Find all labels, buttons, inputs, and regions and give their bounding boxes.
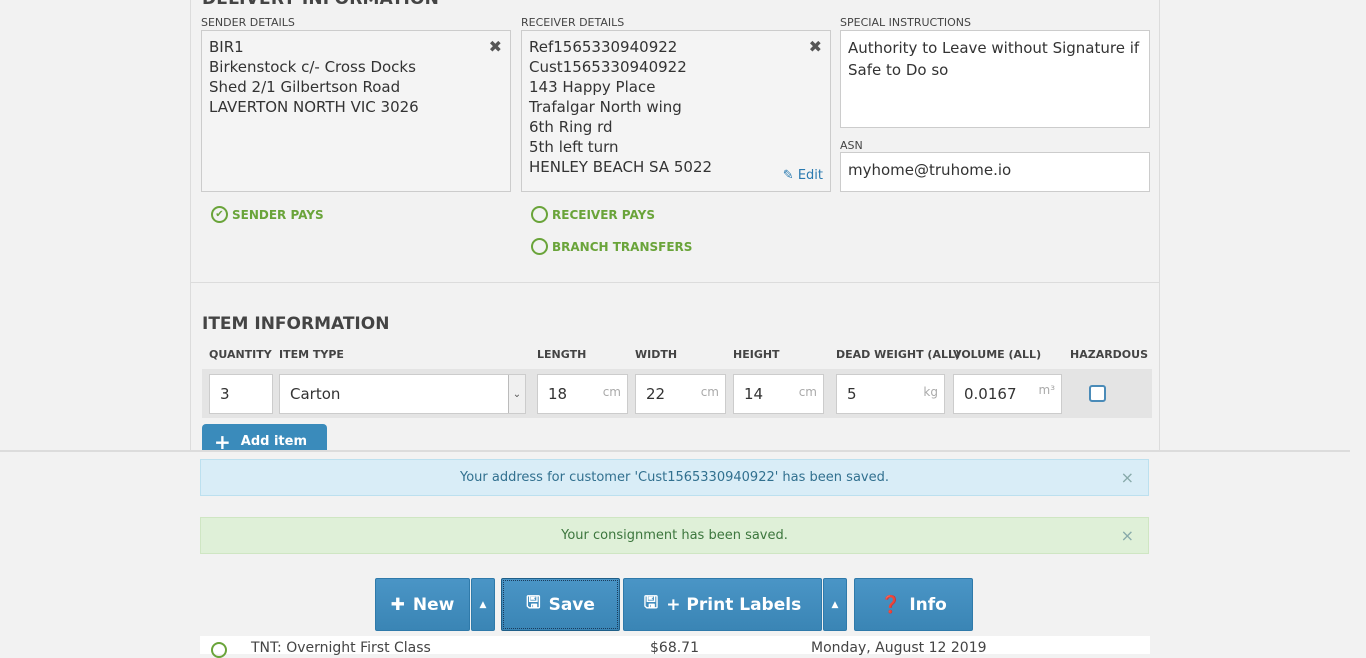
section-divider — [191, 282, 1159, 283]
consignment-saved-text: Your consignment has been saved. — [561, 528, 788, 543]
weight-unit: kg — [923, 385, 938, 399]
consignment-saved-alert: Your consignment has been saved. × — [200, 517, 1149, 554]
sender-pays-label: SENDER PAYS — [232, 207, 324, 222]
volume-input[interactable]: 0.0167 m³ — [953, 374, 1062, 414]
special-instructions-field[interactable]: Authority to Leave without Signature if … — [840, 30, 1150, 128]
sender-label: SENDER DETAILS — [201, 16, 295, 29]
receiver-pays-radio[interactable]: RECEIVER PAYS — [531, 206, 655, 223]
col-width: WIDTH — [635, 348, 678, 361]
quantity-value: 3 — [220, 385, 230, 403]
item-type-select[interactable]: Carton ⌄ — [279, 374, 526, 414]
sender-line: Birkenstock c/- Cross Docks — [209, 58, 416, 76]
col-height: HEIGHT — [733, 348, 780, 361]
width-unit: cm — [700, 385, 719, 399]
edit-receiver-link[interactable]: ✎ Edit — [783, 166, 823, 186]
col-length: LENGTH — [537, 348, 587, 361]
length-value: 18 — [548, 385, 568, 403]
plus-icon: + — [214, 430, 231, 452]
floppy-disk-icon: 🖫 — [643, 593, 659, 613]
caret-up-icon: ▲ — [479, 599, 487, 610]
action-overlay: Your address for customer 'Cust156533094… — [0, 450, 1350, 638]
col-volume: VOLUME (ALL) — [953, 348, 1042, 361]
col-item-type: ITEM TYPE — [279, 348, 344, 361]
asn-label: ASN — [840, 139, 863, 152]
sender-pays-radio[interactable]: ✔ SENDER PAYS — [211, 206, 324, 223]
new-dropdown-toggle[interactable]: ▲ — [471, 578, 495, 631]
receiver-line: Cust1565330940922 — [529, 58, 687, 76]
hazardous-checkbox[interactable] — [1089, 385, 1106, 402]
save-label: Save — [548, 594, 595, 615]
close-icon[interactable]: × — [1121, 526, 1134, 545]
caret-up-icon: ▲ — [831, 599, 839, 610]
special-instructions-label: SPECIAL INSTRUCTIONS — [840, 16, 972, 29]
height-input[interactable]: 14 cm — [733, 374, 824, 414]
circle-icon — [531, 238, 548, 255]
save-button[interactable]: 🖫 Save — [501, 578, 620, 631]
quantity-input[interactable]: 3 — [209, 374, 273, 414]
sender-line: BIR1 — [209, 38, 244, 56]
floppy-disk-icon: 🖫 — [526, 593, 541, 613]
edit-icon: ✎ — [782, 168, 794, 183]
clear-receiver-icon[interactable]: ✖ — [809, 37, 822, 57]
print-labels-label: + Print Labels — [666, 594, 802, 615]
col-quantity: QUANTITY — [209, 348, 272, 361]
branch-transfers-radio[interactable]: BRANCH TRANSFERS — [531, 238, 692, 255]
circle-icon — [531, 206, 548, 223]
address-saved-text: Your address for customer 'Cust156533094… — [460, 470, 889, 485]
length-unit: cm — [602, 385, 621, 399]
item-information-heading: ITEM INFORMATION — [202, 314, 390, 334]
col-hazardous: HAZARDOUS — [1070, 348, 1149, 361]
receiver-address-box[interactable]: Ref1565330940922 Cust1565330940922 143 H… — [521, 30, 831, 192]
address-saved-alert: Your address for customer 'Cust156533094… — [200, 459, 1149, 496]
check-circle-icon: ✔ — [211, 206, 228, 223]
receiver-line: 6th Ring rd — [529, 118, 613, 136]
height-value: 14 — [744, 385, 764, 403]
question-circle-icon: ❓ — [880, 594, 902, 615]
receiver-line: Trafalgar North wing — [529, 98, 682, 116]
close-icon[interactable]: × — [1121, 468, 1134, 487]
width-input[interactable]: 22 cm — [635, 374, 726, 414]
height-unit: cm — [798, 385, 817, 399]
clear-sender-icon[interactable]: ✖ — [489, 37, 502, 57]
delivery-panel: DELIVERY INFORMATION SENDER DETAILS BIR1… — [190, 0, 1160, 452]
delivery-heading: DELIVERY INFORMATION — [202, 0, 439, 9]
branch-transfers-label: BRANCH TRANSFERS — [552, 239, 693, 254]
print-dropdown-toggle[interactable]: ▲ — [823, 578, 847, 631]
sender-line: LAVERTON NORTH VIC 3026 — [209, 98, 419, 116]
info-label: Info — [909, 594, 947, 615]
col-dead-weight: DEAD WEIGHT (ALL) — [836, 348, 961, 361]
info-button[interactable]: ❓ Info — [854, 578, 973, 631]
receiver-pays-label: RECEIVER PAYS — [552, 207, 655, 222]
add-item-line-button[interactable]: + Add item line — [202, 424, 327, 452]
sender-line: Shed 2/1 Gilbertson Road — [209, 78, 401, 96]
weight-value: 5 — [847, 385, 857, 403]
new-button[interactable]: ✚ New — [375, 578, 470, 631]
new-label: New — [412, 594, 455, 615]
asn-field[interactable]: myhome@truhome.io — [840, 152, 1150, 192]
item-type-value: Carton — [290, 385, 341, 403]
plus-icon: ✚ — [390, 594, 405, 615]
receiver-line: 143 Happy Place — [529, 78, 656, 96]
receiver-line: HENLEY BEACH SA 5022 — [529, 158, 713, 176]
edit-label: Edit — [797, 168, 823, 183]
receiver-line: 5th left turn — [529, 138, 619, 156]
volume-unit: m³ — [1038, 383, 1056, 397]
print-labels-button[interactable]: 🖫 + Print Labels — [623, 578, 822, 631]
receiver-line: Ref1565330940922 — [529, 38, 678, 56]
width-value: 22 — [646, 385, 666, 403]
circle-icon[interactable] — [211, 642, 227, 658]
sender-address-box[interactable]: BIR1 Birkenstock c/- Cross Docks Shed 2/… — [201, 30, 511, 192]
dead-weight-input[interactable]: 5 kg — [836, 374, 945, 414]
chevron-down-icon[interactable]: ⌄ — [508, 375, 525, 413]
receiver-label: RECEIVER DETAILS — [521, 16, 625, 29]
volume-value: 0.0167 — [964, 385, 1017, 403]
length-input[interactable]: 18 cm — [537, 374, 628, 414]
